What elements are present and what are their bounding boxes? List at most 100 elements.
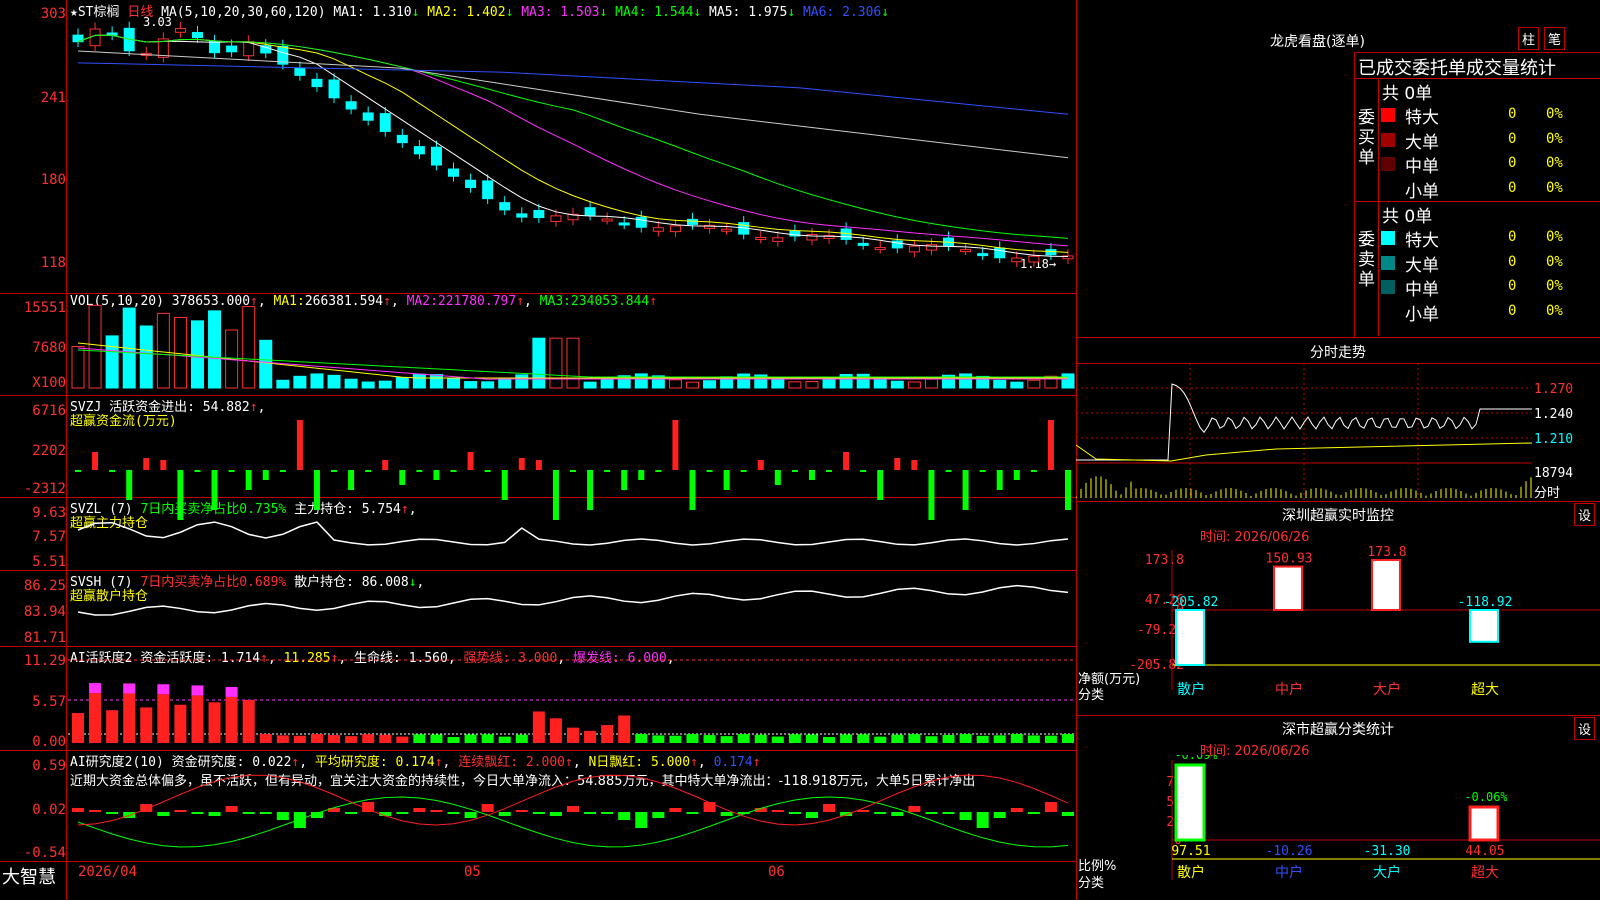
volume-bar [566, 337, 580, 389]
fund-flow-bar [194, 470, 201, 472]
fund-flow-bar [843, 452, 850, 470]
activity-bar [276, 735, 289, 743]
tab-bar-view[interactable]: 柱 [1518, 27, 1540, 50]
main-holding-line [77, 521, 1069, 546]
category-name: 大户 [1373, 864, 1401, 881]
y-tick: 173.8 [1145, 553, 1184, 568]
candle [448, 168, 460, 177]
candle [362, 112, 374, 121]
candle [960, 249, 972, 253]
research-bar [720, 812, 733, 816]
fund-flow-bar [826, 470, 833, 472]
sz-class-settings-button[interactable]: 设 [1574, 717, 1596, 740]
candle [652, 227, 664, 232]
candle [482, 180, 494, 200]
candle [857, 242, 869, 246]
divider [1076, 337, 1600, 338]
candle [686, 218, 698, 225]
order-count: 0 [1508, 229, 1517, 245]
activity-bar [328, 735, 341, 743]
activity-bar [413, 734, 426, 743]
candle [584, 207, 596, 216]
research-bar [993, 812, 1006, 818]
order-stats-header: 已成交委托单成交量统计 [1358, 58, 1556, 79]
sz-monitor-settings-button[interactable]: 设 [1574, 503, 1596, 526]
order-size-label: 中单 [1405, 280, 1439, 300]
research-bar [413, 808, 426, 812]
order-count: 0 [1508, 130, 1517, 147]
activity-bar [993, 735, 1006, 743]
activity-bar [157, 694, 170, 743]
fund-flow-bar [535, 460, 542, 470]
volume-bar [532, 337, 546, 389]
fund-flow-bar [484, 470, 491, 472]
fund-flow-bar [365, 470, 372, 472]
candle [328, 79, 340, 99]
activity-bar [89, 693, 102, 743]
research-bar [805, 812, 818, 818]
research-bar [106, 812, 119, 814]
stock-chart-canvas[interactable] [0, 0, 1076, 900]
activity-bar [771, 736, 784, 743]
sz-class-chart[interactable]: 7550250-0.09%-0.06%97.51-10.26-31.3044.0… [1076, 755, 1600, 900]
order-size-label: 大单 [1405, 132, 1439, 153]
research-bar [464, 812, 477, 818]
volume-bar [856, 373, 870, 389]
candle [209, 40, 221, 54]
volume-bar [1010, 381, 1024, 389]
fund-flow-bar [638, 470, 645, 480]
volume-bar [703, 380, 717, 389]
candle [294, 67, 306, 76]
research-bar [498, 812, 511, 816]
research-bar [584, 812, 597, 814]
sz-monitor-chart[interactable]: 173.847.260-79.28-205.82-205.82散户150.93中… [1076, 540, 1600, 710]
candle [174, 28, 186, 33]
volume-bar [515, 374, 529, 389]
fund-flow-bar [774, 470, 781, 485]
volume-bar [481, 381, 495, 389]
legend-swatch [1381, 108, 1395, 122]
activity-bar [601, 725, 614, 743]
candle [908, 245, 920, 253]
research-bar [942, 812, 955, 814]
order-percent: 0% [1546, 179, 1563, 196]
candle [396, 134, 408, 144]
candle [772, 237, 784, 242]
research-bar [157, 812, 170, 816]
order-size-label: 特大 [1405, 108, 1439, 128]
net-amount-bar [1273, 565, 1303, 611]
activity-peak [123, 683, 136, 694]
fund-flow-bar [1065, 470, 1071, 510]
research-bar [601, 812, 614, 814]
research-bar [1044, 802, 1057, 812]
research-bar [447, 812, 460, 814]
volume-bar [600, 379, 614, 389]
sz-monitor-title: 深圳超赢实时监控 [1282, 508, 1394, 524]
fund-flow-bar [433, 470, 440, 480]
research-bar [669, 808, 682, 812]
fund-flow-bar [621, 470, 628, 490]
tab-tick-view[interactable]: 笔 [1544, 27, 1566, 50]
activity-bar [618, 715, 631, 743]
category-name: 大户 [1373, 681, 1401, 698]
net-amount-bar [1175, 609, 1205, 666]
intraday-chart[interactable] [1076, 363, 1532, 500]
fund-flow-bar [331, 470, 338, 472]
fund-flow-bar [689, 470, 696, 510]
activity-bar [345, 736, 358, 743]
category-value: -10.26 [1266, 844, 1313, 859]
order-percent: 0% [1546, 253, 1563, 270]
volume-bar [71, 346, 85, 389]
candle [755, 236, 767, 240]
volume-bar [173, 316, 187, 389]
volume-bar [668, 379, 682, 389]
research-bar [788, 812, 801, 814]
fund-flow-bar [450, 470, 457, 472]
category-value: -31.30 [1364, 844, 1411, 859]
activity-bar [976, 735, 989, 743]
fund-flow-bar [723, 470, 730, 490]
legend-swatch [1381, 280, 1395, 294]
research-bar [635, 812, 648, 828]
bar-top-value: -0.09% [1174, 755, 1218, 762]
dragon-panel-title: 龙虎看盘(逐单) [1270, 34, 1365, 50]
